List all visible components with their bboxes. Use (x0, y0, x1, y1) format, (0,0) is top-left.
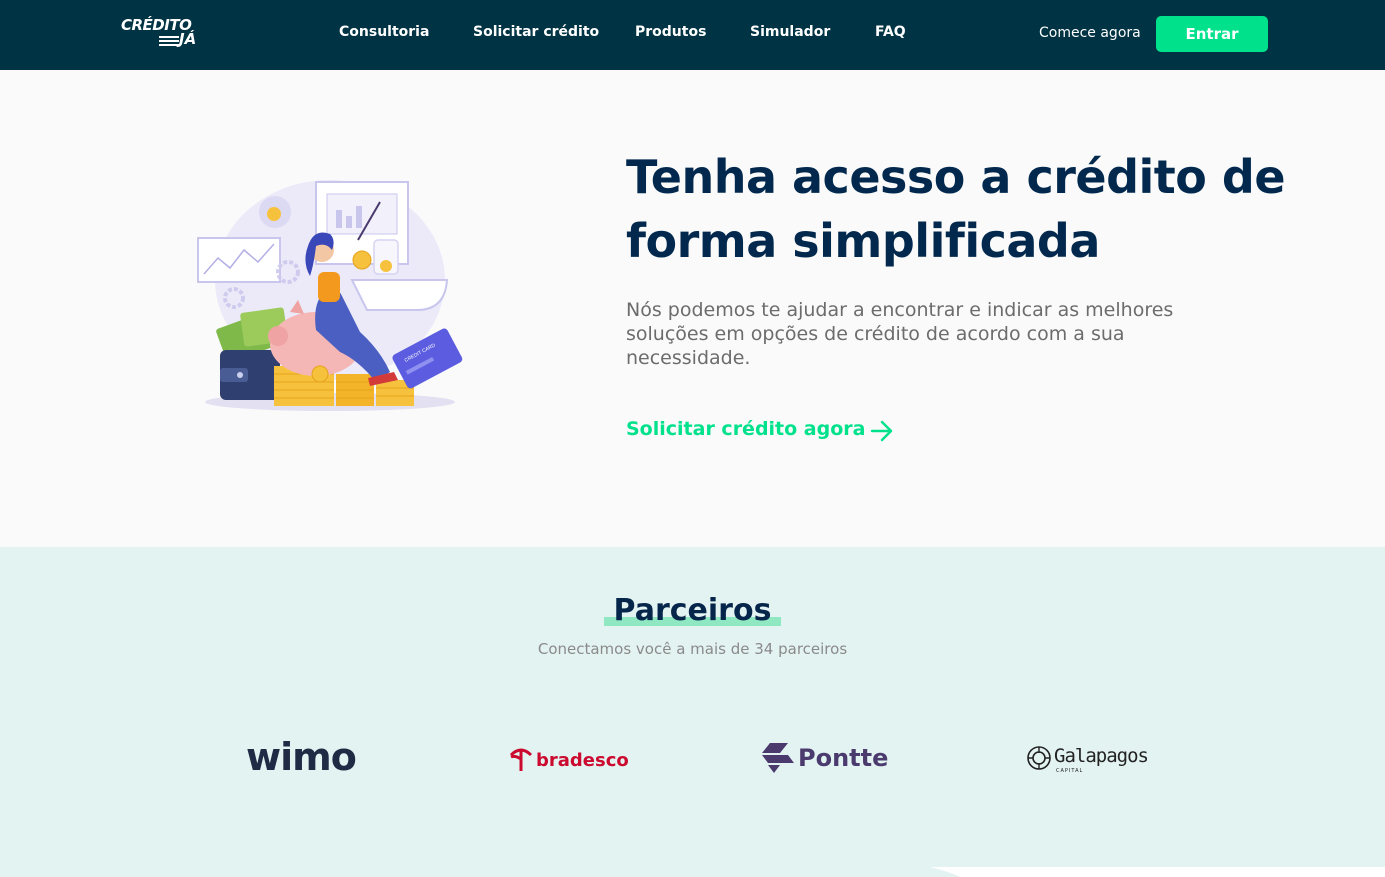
coin-icon (352, 250, 372, 270)
bradesco-wordmark: bradesco (536, 750, 629, 771)
nav-link-simulador[interactable]: Simulador (750, 24, 830, 40)
nav-link-produtos[interactable]: Produtos (635, 24, 706, 40)
partner-logo-wimo[interactable]: wimo (246, 735, 357, 779)
galapagos-wordmark: Galapagos (1054, 745, 1149, 767)
shelf (350, 279, 449, 311)
nav-link-consultoria[interactable]: Consultoria (339, 24, 429, 40)
nav-link-faq[interactable]: FAQ (875, 24, 906, 40)
solicitar-credito-agora-link[interactable]: Solicitar crédito agora (626, 418, 865, 440)
nav-link-solicitar-credito[interactable]: Solicitar crédito (473, 24, 599, 40)
partners-title: Parceiros (603, 593, 782, 628)
arrow-right-icon[interactable] (870, 420, 894, 442)
galapagos-capital-text: CAPITAL (1056, 768, 1084, 774)
line-chart-card (197, 237, 281, 283)
partners-title-text: Parceiros (613, 593, 772, 628)
hero-subtitle: Nós podemos te ajudar a encontrar e indi… (626, 299, 1174, 369)
pontte-wordmark: Pontte (798, 744, 889, 772)
logo-text-ja: JÁ (179, 30, 197, 48)
hero-title: Tenha acesso a crédito de forma simplifi… (626, 150, 1286, 268)
galapagos-shell-icon (1027, 746, 1051, 770)
section-divider-wave (0, 867, 1385, 877)
entrar-button[interactable]: Entrar (1156, 16, 1268, 52)
bradesco-tree-icon (509, 748, 533, 771)
top-navbar: CRÉDITO JÁ Consultoria Solicitar crédito… (0, 0, 1385, 70)
pontte-mark-icon (762, 743, 794, 773)
partners-subtitle: Conectamos você a mais de 34 parceiros (537, 640, 848, 658)
comece-agora-link[interactable]: Comece agora (1039, 25, 1141, 41)
logo-speed-lines (159, 36, 179, 46)
brand-logo[interactable]: CRÉDITO JÁ (121, 14, 205, 50)
partners-section: Parceiros Conectamos você a mais de 34 p… (0, 547, 1385, 877)
hero-illustration: CREDIT CARD (197, 180, 463, 411)
